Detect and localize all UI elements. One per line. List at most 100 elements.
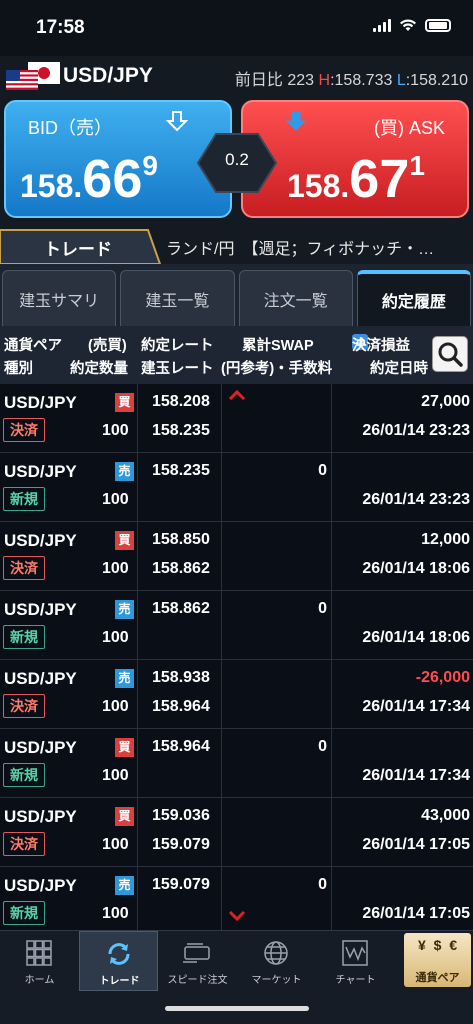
nav-trade[interactable]: トレード [79,931,158,991]
col-exec-rate: 約定レート [141,338,214,354]
row-side-badge: 売 [115,876,134,895]
bid-price-pips: 66 [82,149,143,209]
tab-position-summary[interactable]: 建玉サマリ [2,270,117,326]
status-bar: 17:58 [0,0,473,56]
change-label: 前日比 [234,72,283,89]
table-row[interactable]: USD/JPY 売決済 100 158.938 158.964 -26,000 26/01/… [0,660,473,729]
change-value: 223 [287,72,315,89]
row-swap: 0 [318,738,327,755]
pair-title[interactable]: USD/JPY [63,64,153,88]
nav-market-label: マーケット [251,975,302,986]
row-position-rate: 158.235 [152,422,210,439]
table-row[interactable]: USD/JPY 買決済 100 159.036 159.079 43,000 26/01/1… [0,798,473,867]
wifi-icon [400,19,416,31]
low-value: :158.210 [405,72,468,89]
row-date: 26/01/14 18:06 [362,629,470,646]
row-qty: 100 [102,698,129,715]
row-kind-badge: 新規 [3,763,45,787]
usd-jpy-flag-icon [6,62,60,90]
row-pair: USD/JPY [4,738,77,757]
row-exec-rate: 158.235 [152,462,210,479]
position-tabs: 建玉サマリ 建玉一覧 注文一覧 約定履歴 [0,264,473,326]
ask-price-fraction: 1 [409,150,425,181]
nav-speed-order-label: スピード注文 [167,975,228,986]
row-pair: USD/JPY [4,531,77,550]
row-date: 26/01/14 17:05 [362,836,470,853]
row-swap: 0 [318,462,327,479]
bid-price-fraction: 9 [142,150,158,181]
row-pl: 12,000 [421,531,470,548]
bid-label: BID（売） [28,118,113,138]
row-exec-rate: 158.208 [152,393,210,410]
table-row[interactable]: USD/JPY 売新規 100 158.862 0 26/01/14 18:06 [0,591,473,660]
nav-chart-label: チャート [335,975,376,986]
execution-list[interactable]: USD/JPY 売新規 100 159.079 0 26/01/14 17:05 USD/J… [0,384,473,930]
row-date: 26/01/14 18:06 [362,560,470,577]
ask-price-pips: 67 [349,149,410,209]
search-button[interactable] [432,336,468,372]
row-side-badge: 買 [115,807,134,826]
row-exec-rate: 159.036 [152,807,210,824]
row-date: 26/01/14 17:34 [362,767,470,784]
scroll-up-icon[interactable] [228,390,246,400]
nav-trade-label: トレード [99,976,140,987]
row-side-badge: 買 [115,738,134,757]
nav-speed-order[interactable]: スピード注文 [158,931,237,991]
status-time: 17:58 [36,17,85,38]
ask-price-head: 158. [287,168,350,204]
price-stats: 前日比 223 H:158.733 L:158.210 [235,66,468,90]
row-kind-badge: 新規 [3,901,45,925]
nav-chart[interactable]: チャート [316,931,395,991]
bid-price-head: 158. [20,168,83,204]
col-side: (売買) [88,338,127,354]
row-date: 26/01/14 17:05 [362,905,470,922]
table-row[interactable]: USD/JPY 買新規 100 158.964 0 26/01/14 17:34 [0,729,473,798]
row-pair: USD/JPY [4,393,77,412]
nav-currency-pair[interactable]: ¥ $ € 通貨ペア [404,933,471,987]
table-row[interactable]: USD/JPY 買決済 100 158.850 158.862 12,000 26/01/1… [0,522,473,591]
quote-panel: BID（売） 158.669 (買) ASK 158.671 0.2 [0,96,473,226]
arrow-down-icon [166,111,188,132]
pair-header: USD/JPY 前日比 223 H:158.733 L:158.210 [0,56,473,96]
row-qty: 100 [102,905,129,922]
currency-icon: ¥ $ € [418,937,460,953]
arrow-down-icon [285,111,307,131]
row-pair: USD/JPY [4,462,77,481]
row-side-badge: 売 [115,462,134,481]
tab-order-list[interactable]: 注文一覧 [238,270,353,326]
row-qty: 100 [102,491,129,508]
col-date: 約定日時 [370,361,428,377]
chart-icon [342,940,368,966]
row-date: 26/01/14 17:34 [362,698,470,715]
row-qty: 100 [102,767,129,784]
row-side-badge: 売 [115,600,134,619]
tab-position-list[interactable]: 建玉一覧 [120,270,235,326]
row-kind-badge: 新規 [3,487,45,511]
col-pos-rate: 建玉レート [141,361,214,377]
row-position-rate: 158.964 [152,698,210,715]
spread-value: 0.2 [225,150,249,169]
speed-icon [183,943,210,963]
row-kind-badge: 新規 [3,625,45,649]
row-kind-badge: 決済 [3,832,45,856]
row-swap: 0 [318,600,327,617]
nav-market[interactable]: マーケット [237,931,316,991]
tab-execution-history[interactable]: 約定履歴 [356,270,471,326]
table-row[interactable]: USD/JPY 売新規 100 158.235 0 26/01/14 23:23 [0,453,473,522]
scroll-down-icon[interactable] [228,911,246,921]
row-qty: 100 [102,422,129,439]
row-kind-badge: 決済 [3,694,45,718]
mode-row: トレード ランド/円 【週足；フィボナッチ・… [0,226,473,264]
row-position-rate: 159.079 [152,836,210,853]
row-pl: 27,000 [421,393,470,410]
row-pair: USD/JPY [4,876,77,895]
col-fee: (円参考)・手数料 [221,361,333,377]
row-side-badge: 買 [115,393,134,412]
low-label: L [396,72,406,89]
search-icon [438,342,463,367]
col-pair: 通貨ペア [4,338,62,354]
nav-home[interactable]: ホーム [0,931,79,991]
row-pair: USD/JPY [4,669,77,688]
row-kind-badge: 決済 [3,418,45,442]
news-ticker[interactable]: ランド/円 【週足；フィボナッチ・… [166,235,434,259]
